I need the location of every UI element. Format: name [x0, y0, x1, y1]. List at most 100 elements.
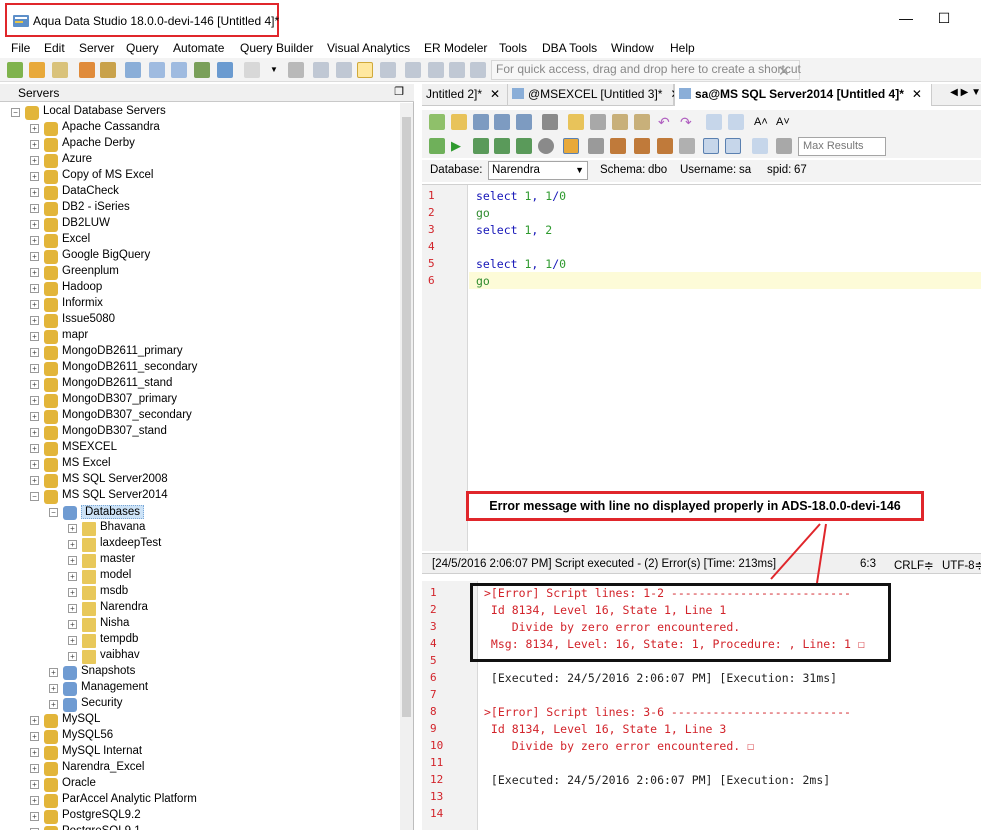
execute-icon[interactable]: ▶ [451, 138, 467, 154]
explain-plan-icon[interactable] [657, 138, 673, 154]
results-grid-icon[interactable] [703, 138, 719, 154]
expand-icon[interactable]: + [30, 156, 39, 165]
query-analyzer-icon[interactable] [149, 62, 165, 78]
menu-file[interactable]: File [11, 41, 30, 55]
open-file-icon[interactable] [451, 114, 467, 130]
expand-icon[interactable]: + [30, 716, 39, 725]
execute-script-icon[interactable] [429, 138, 445, 154]
expand-icon[interactable]: + [49, 700, 58, 709]
expand-icon[interactable]: + [30, 236, 39, 245]
expand-icon[interactable]: + [30, 796, 39, 805]
expand-icon[interactable]: + [68, 524, 77, 533]
expand-icon[interactable]: + [68, 556, 77, 565]
menu-visual-analytics[interactable]: Visual Analytics [327, 41, 410, 55]
expand-icon[interactable]: + [30, 476, 39, 485]
menu-server[interactable]: Server [79, 41, 114, 55]
redo-icon[interactable]: ↷ [680, 114, 696, 130]
layout-3-icon[interactable] [357, 62, 373, 78]
expand-icon[interactable]: + [30, 444, 39, 453]
tree-scrollbar[interactable] [400, 103, 413, 830]
paste-special-icon[interactable] [634, 114, 650, 130]
max-results-input[interactable]: Max Results [798, 137, 886, 156]
layout-1-icon[interactable] [313, 62, 329, 78]
close-tab-icon[interactable]: ✕ [490, 87, 500, 101]
table-data-icon[interactable] [194, 62, 210, 78]
query-builder-icon[interactable] [171, 62, 187, 78]
commit-icon[interactable] [588, 138, 604, 154]
save-as-icon[interactable] [494, 114, 510, 130]
collapse-icon[interactable]: − [49, 508, 58, 517]
expand-icon[interactable]: + [30, 764, 39, 773]
expand-icon[interactable]: + [30, 348, 39, 357]
expand-icon[interactable]: + [30, 364, 39, 373]
expand-icon[interactable]: + [30, 300, 39, 309]
menu-window[interactable]: Window [611, 41, 654, 55]
quick-access-close-icon[interactable]: ✕ [778, 63, 790, 80]
tab-msexcel-untitled-3[interactable]: @MSEXCEL [Untitled 3]*✕ [508, 84, 681, 106]
expand-icon[interactable]: + [30, 204, 39, 213]
save-icon[interactable] [473, 114, 489, 130]
quick-access-bar[interactable]: For quick access, drag and drop here to … [491, 60, 801, 80]
expand-icon[interactable]: + [30, 732, 39, 741]
restore-panel-icon[interactable]: ❐ [394, 85, 404, 98]
font-decrease-icon[interactable]: A˅ [776, 114, 792, 130]
expand-icon[interactable]: + [68, 572, 77, 581]
new-query-icon[interactable] [429, 114, 445, 130]
history-icon[interactable] [288, 62, 304, 78]
expand-icon[interactable]: + [49, 684, 58, 693]
database-select[interactable]: Narendra ▼ [488, 161, 588, 180]
comment-icon[interactable] [679, 138, 695, 154]
expand-icon[interactable]: + [30, 812, 39, 821]
close-tab-icon[interactable]: ✕ [912, 87, 922, 101]
layout-7-icon[interactable] [449, 62, 465, 78]
layout-6-icon[interactable] [428, 62, 444, 78]
expand-icon[interactable]: + [68, 620, 77, 629]
results-text-icon[interactable] [725, 138, 741, 154]
menu-query[interactable]: Query [126, 41, 159, 55]
edit-server-icon[interactable] [52, 62, 68, 78]
line-ending-select[interactable]: CRLF≑ [894, 558, 934, 572]
expand-icon[interactable]: + [30, 460, 39, 469]
menu-tools[interactable]: Tools [499, 41, 527, 55]
register-server-icon[interactable] [29, 62, 45, 78]
disconnect-icon[interactable] [100, 62, 116, 78]
find-replace-icon[interactable] [728, 114, 744, 130]
layout-8-icon[interactable] [470, 62, 486, 78]
layout-5-icon[interactable] [405, 62, 421, 78]
expand-icon[interactable]: + [30, 188, 39, 197]
expand-icon[interactable]: + [68, 604, 77, 613]
layout-4-icon[interactable] [380, 62, 396, 78]
execute-explain-icon[interactable] [516, 138, 532, 154]
font-increase-icon[interactable]: A˄ [754, 114, 770, 130]
new-server-icon[interactable] [7, 62, 23, 78]
expand-icon[interactable]: + [49, 668, 58, 677]
expand-icon[interactable]: + [68, 588, 77, 597]
expand-icon[interactable]: + [30, 748, 39, 757]
print-icon[interactable] [542, 114, 558, 130]
expand-icon[interactable]: + [30, 316, 39, 325]
query-window-icon[interactable] [125, 62, 141, 78]
menu-er-modeler[interactable]: ER Modeler [424, 41, 487, 55]
menu-dba-tools[interactable]: DBA Tools [542, 41, 597, 55]
expand-icon[interactable]: + [30, 332, 39, 341]
save-all-icon[interactable] [516, 114, 532, 130]
menu-automate[interactable]: Automate [173, 41, 224, 55]
copy-icon[interactable] [568, 114, 584, 130]
stop-icon[interactable] [538, 138, 554, 154]
collapse-icon[interactable]: − [11, 108, 20, 117]
maximize-button[interactable]: ☐ [934, 8, 954, 28]
connect-icon[interactable] [79, 62, 95, 78]
expand-icon[interactable]: + [30, 220, 39, 229]
menu-query-builder[interactable]: Query Builder [240, 41, 313, 55]
undo-icon[interactable]: ↶ [658, 114, 674, 130]
page-icon[interactable] [244, 62, 260, 78]
execute-current-icon[interactable] [473, 138, 489, 154]
expand-icon[interactable]: + [30, 428, 39, 437]
expand-icon[interactable]: + [30, 780, 39, 789]
rollback-icon[interactable] [610, 138, 626, 154]
options-icon[interactable] [776, 138, 792, 154]
minimize-button[interactable]: — [896, 8, 916, 28]
tab-untitled-2[interactable]: Jntitled 2]* ✕ [422, 84, 508, 106]
compare-icon[interactable] [217, 62, 233, 78]
menu-help[interactable]: Help [670, 41, 695, 55]
